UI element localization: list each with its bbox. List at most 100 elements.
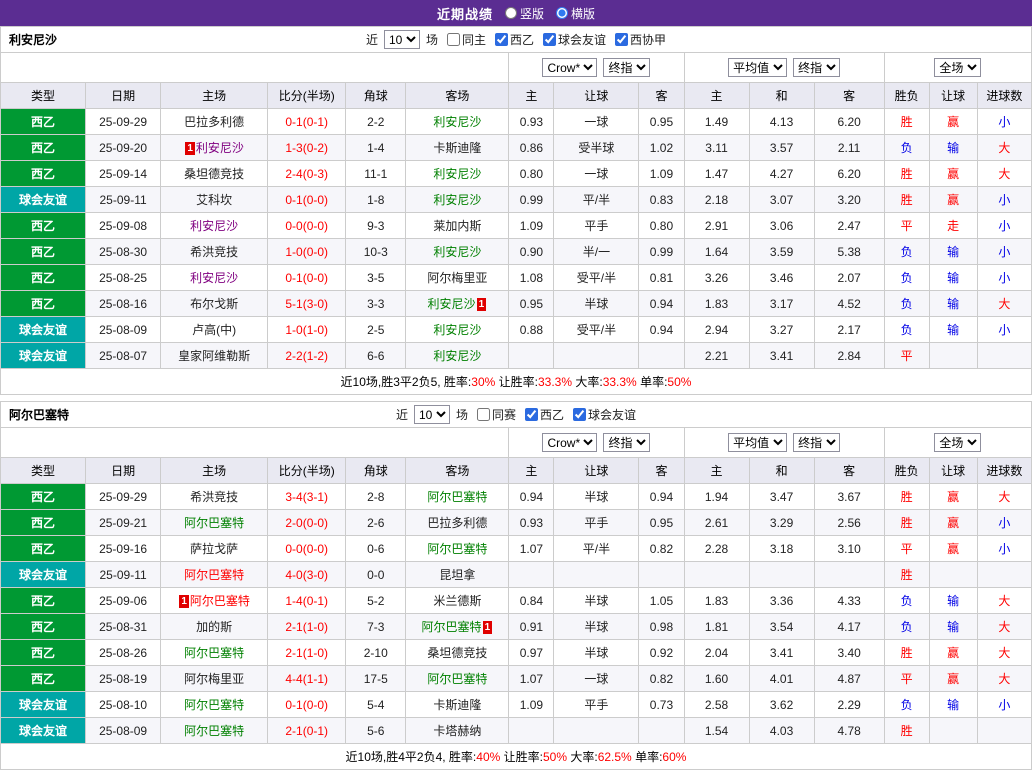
- away-team-link[interactable]: 卡斯迪隆: [433, 141, 481, 155]
- score-cell[interactable]: 1-3(0-2): [267, 134, 347, 161]
- away-team-cell: 卡斯迪隆: [405, 134, 510, 161]
- asian-odds-type-select[interactable]: 终指: [603, 433, 651, 452]
- score-cell[interactable]: 1-0(1-0): [267, 316, 347, 343]
- score-cell[interactable]: 0-0(0-0): [267, 535, 347, 562]
- vertical-radio-input[interactable]: [504, 7, 517, 19]
- away-team-link[interactable]: 莱加内斯: [433, 219, 481, 233]
- asian-away-odds: 0.98: [638, 613, 685, 640]
- score-cell[interactable]: 2-1(0-1): [267, 717, 347, 744]
- filter-checkbox-0[interactable]: 同主: [441, 31, 486, 48]
- layout-radio-horizontal[interactable]: 横版: [556, 5, 595, 22]
- away-team-link[interactable]: 利安尼沙: [428, 297, 476, 311]
- asian-home-odds: 0.90: [508, 238, 555, 265]
- score-cell[interactable]: 2-1(1-0): [267, 639, 347, 666]
- team-filter-row: 利安尼沙 近 10 场 同主 西乙 球会友谊 西协甲: [0, 26, 1032, 53]
- score-cell[interactable]: 2-1(1-0): [267, 613, 347, 640]
- score-cell[interactable]: 5-1(3-0): [267, 290, 347, 317]
- filter-checkbox-input[interactable]: [543, 33, 557, 46]
- asian-company-select[interactable]: Crow*: [542, 433, 598, 452]
- away-team-link[interactable]: 阿尔巴塞特: [422, 620, 482, 634]
- filter-checkbox-1[interactable]: 西乙: [519, 406, 564, 423]
- asian-odds-type-select[interactable]: 终指: [603, 58, 651, 77]
- away-team-link[interactable]: 阿尔巴塞特: [427, 672, 487, 686]
- match-count-select[interactable]: 10: [413, 405, 450, 424]
- home-team-link[interactable]: 萨拉戈萨: [190, 542, 238, 556]
- filter-checkbox-input[interactable]: [495, 33, 508, 46]
- away-team-link[interactable]: 卡塔赫纳: [433, 724, 481, 738]
- home-team-link[interactable]: 阿尔梅里亚: [184, 672, 244, 686]
- home-team-link[interactable]: 利安尼沙: [190, 271, 238, 285]
- away-team-link[interactable]: 阿尔巴塞特: [427, 542, 487, 556]
- filter-checkbox-input[interactable]: [476, 408, 490, 421]
- score-cell[interactable]: 3-4(3-1): [267, 483, 347, 510]
- home-team-link[interactable]: 布尔戈斯: [190, 297, 238, 311]
- home-team-link[interactable]: 卢高(中): [192, 323, 236, 337]
- asian-home-odds: 0.93: [508, 509, 555, 536]
- score-cell[interactable]: 1-4(0-1): [267, 587, 347, 614]
- away-team-link[interactable]: 利安尼沙: [433, 167, 481, 181]
- handicap-cell: 平手: [553, 212, 640, 239]
- filter-checkbox-input[interactable]: [615, 33, 629, 46]
- filter-checkbox-input[interactable]: [525, 408, 538, 421]
- score-cell[interactable]: 0-0(0-0): [267, 212, 347, 239]
- horizontal-radio-input[interactable]: [556, 7, 568, 19]
- filter-checkbox-3[interactable]: 西协甲: [609, 31, 666, 48]
- away-team-link[interactable]: 昆坦拿: [439, 568, 475, 582]
- home-team-link[interactable]: 巴拉多利德: [184, 115, 244, 129]
- asian-home-odds: 0.91: [508, 613, 555, 640]
- away-team-link[interactable]: 阿尔巴塞特: [427, 490, 487, 504]
- away-team-link[interactable]: 卡斯迪隆: [433, 698, 481, 712]
- away-team-link[interactable]: 利安尼沙: [433, 323, 481, 337]
- home-team-link[interactable]: 希洪竞技: [190, 490, 238, 504]
- filter-checkbox-2[interactable]: 球会友谊: [567, 406, 636, 423]
- layout-radio-vertical[interactable]: 竖版: [504, 5, 544, 22]
- score-cell[interactable]: 0-1(0-0): [267, 186, 347, 213]
- away-team-link[interactable]: 阿尔梅里亚: [427, 271, 487, 285]
- score-cell[interactable]: 4-4(1-1): [267, 665, 347, 692]
- filter-checkbox-2[interactable]: 球会友谊: [537, 31, 606, 48]
- score-cell[interactable]: 0-1(0-1): [267, 108, 347, 135]
- score-cell[interactable]: 0-1(0-0): [267, 691, 347, 718]
- filter-checkbox-input[interactable]: [446, 33, 460, 46]
- away-team-link[interactable]: 利安尼沙: [433, 193, 481, 207]
- corner-cell: 2-6: [345, 509, 407, 536]
- match-count-select[interactable]: 10: [383, 30, 420, 49]
- asian-home-odds: 1.07: [508, 535, 555, 562]
- home-team-link[interactable]: 桑坦德竞技: [184, 167, 244, 181]
- home-team-link[interactable]: 希洪竞技: [190, 245, 238, 259]
- score-cell[interactable]: 2-0(0-0): [267, 509, 347, 536]
- away-team-link[interactable]: 米兰德斯: [433, 594, 481, 608]
- home-team-link[interactable]: 阿尔巴塞特: [190, 594, 250, 608]
- home-team-link[interactable]: 利安尼沙: [190, 219, 238, 233]
- home-team-link[interactable]: 利安尼沙: [196, 141, 244, 155]
- euro-company-select[interactable]: 平均值: [728, 58, 788, 77]
- asian-company-select[interactable]: Crow*: [542, 58, 598, 77]
- home-team-link[interactable]: 阿尔巴塞特: [184, 724, 244, 738]
- scope-select[interactable]: 全场: [934, 433, 982, 452]
- euro-odds-type-select[interactable]: 终指: [793, 58, 841, 77]
- asian-away-odds: 0.83: [638, 186, 685, 213]
- score-cell[interactable]: 0-1(0-0): [267, 264, 347, 291]
- away-team-link[interactable]: 利安尼沙: [433, 349, 481, 363]
- score-cell[interactable]: 2-4(0-3): [267, 160, 347, 187]
- score-cell[interactable]: 4-0(3-0): [267, 561, 347, 588]
- score-cell[interactable]: 1-0(0-0): [267, 238, 347, 265]
- filter-checkbox-1[interactable]: 西乙: [489, 31, 534, 48]
- euro-company-select[interactable]: 平均值: [728, 433, 788, 452]
- scope-select[interactable]: 全场: [934, 58, 982, 77]
- home-team-link[interactable]: 阿尔巴塞特: [184, 698, 244, 712]
- home-team-link[interactable]: 皇家阿维勒斯: [178, 349, 250, 363]
- away-team-link[interactable]: 利安尼沙: [433, 245, 481, 259]
- score-cell[interactable]: 2-2(1-2): [267, 342, 347, 369]
- away-team-link[interactable]: 桑坦德竞技: [427, 646, 487, 660]
- euro-odds-type-select[interactable]: 终指: [793, 433, 841, 452]
- home-team-link[interactable]: 阿尔巴塞特: [184, 646, 244, 660]
- away-team-link[interactable]: 巴拉多利德: [427, 516, 487, 530]
- filter-checkbox-input[interactable]: [573, 408, 587, 421]
- home-team-link[interactable]: 阿尔巴塞特: [184, 516, 244, 530]
- filter-checkbox-0[interactable]: 同赛: [471, 406, 516, 423]
- home-team-link[interactable]: 阿尔巴塞特: [184, 568, 244, 582]
- home-team-link[interactable]: 加的斯: [196, 620, 232, 634]
- home-team-link[interactable]: 艾科坎: [196, 193, 232, 207]
- away-team-link[interactable]: 利安尼沙: [433, 115, 481, 129]
